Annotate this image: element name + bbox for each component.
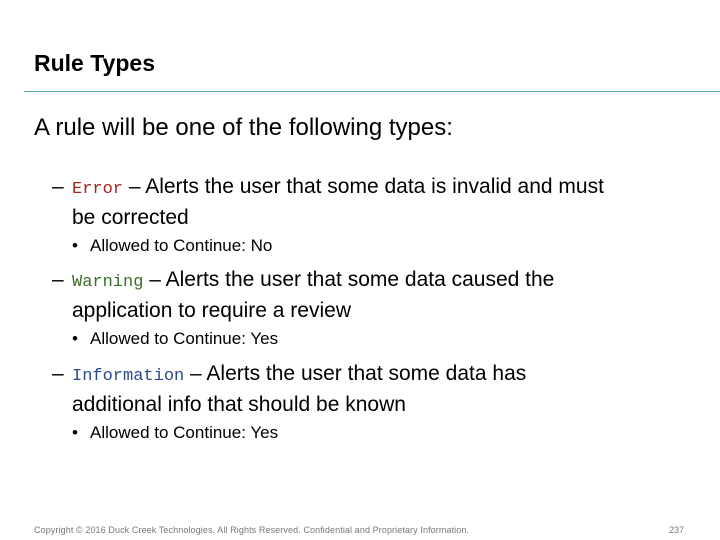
sub-item-information: • Allowed to Continue: Yes: [72, 422, 278, 444]
item-text: Warning – Alerts the user that some data…: [72, 266, 692, 325]
item-description-line2: be corrected: [72, 206, 189, 229]
dash-marker: –: [52, 175, 64, 198]
item-description-line2: application to require a review: [72, 299, 351, 322]
code-term-information: Information: [72, 367, 185, 386]
copyright-footer: Copyright © 2016 Duck Creek Technologies…: [34, 525, 470, 535]
sub-item-warning: • Allowed to Continue: Yes: [72, 328, 278, 350]
bullet-marker: •: [72, 423, 78, 442]
dash-marker: –: [52, 362, 64, 385]
list-item-information: – Information – Alerts the user that som…: [52, 360, 692, 419]
item-text: Error – Alerts the user that some data i…: [72, 173, 692, 232]
item-description-line1: – Alerts the user that some data is inva…: [123, 175, 604, 198]
dash-marker: –: [52, 268, 64, 291]
lead-text: A rule will be one of the following type…: [34, 114, 453, 141]
bullet-marker: •: [72, 236, 78, 255]
title-divider: [24, 91, 720, 92]
sub-item-text: Allowed to Continue: No: [90, 236, 273, 255]
sub-item-text: Allowed to Continue: Yes: [90, 423, 279, 442]
item-description-line1: – Alerts the user that some data has: [184, 362, 527, 385]
sub-item-text: Allowed to Continue: Yes: [90, 329, 279, 348]
item-text: Information – Alerts the user that some …: [72, 360, 692, 419]
code-term-warning: Warning: [72, 273, 144, 292]
page-number: 237: [668, 525, 684, 535]
code-term-error: Error: [72, 180, 124, 199]
slide-title: Rule Types: [34, 50, 155, 76]
item-description-line1: – Alerts the user that some data caused …: [143, 268, 555, 291]
list-item-error: – Error – Alerts the user that some data…: [52, 173, 692, 232]
item-description-line2: additional info that should be known: [72, 393, 406, 416]
bullet-marker: •: [72, 329, 78, 348]
sub-item-error: • Allowed to Continue: No: [72, 235, 272, 257]
list-item-warning: – Warning – Alerts the user that some da…: [52, 266, 692, 325]
